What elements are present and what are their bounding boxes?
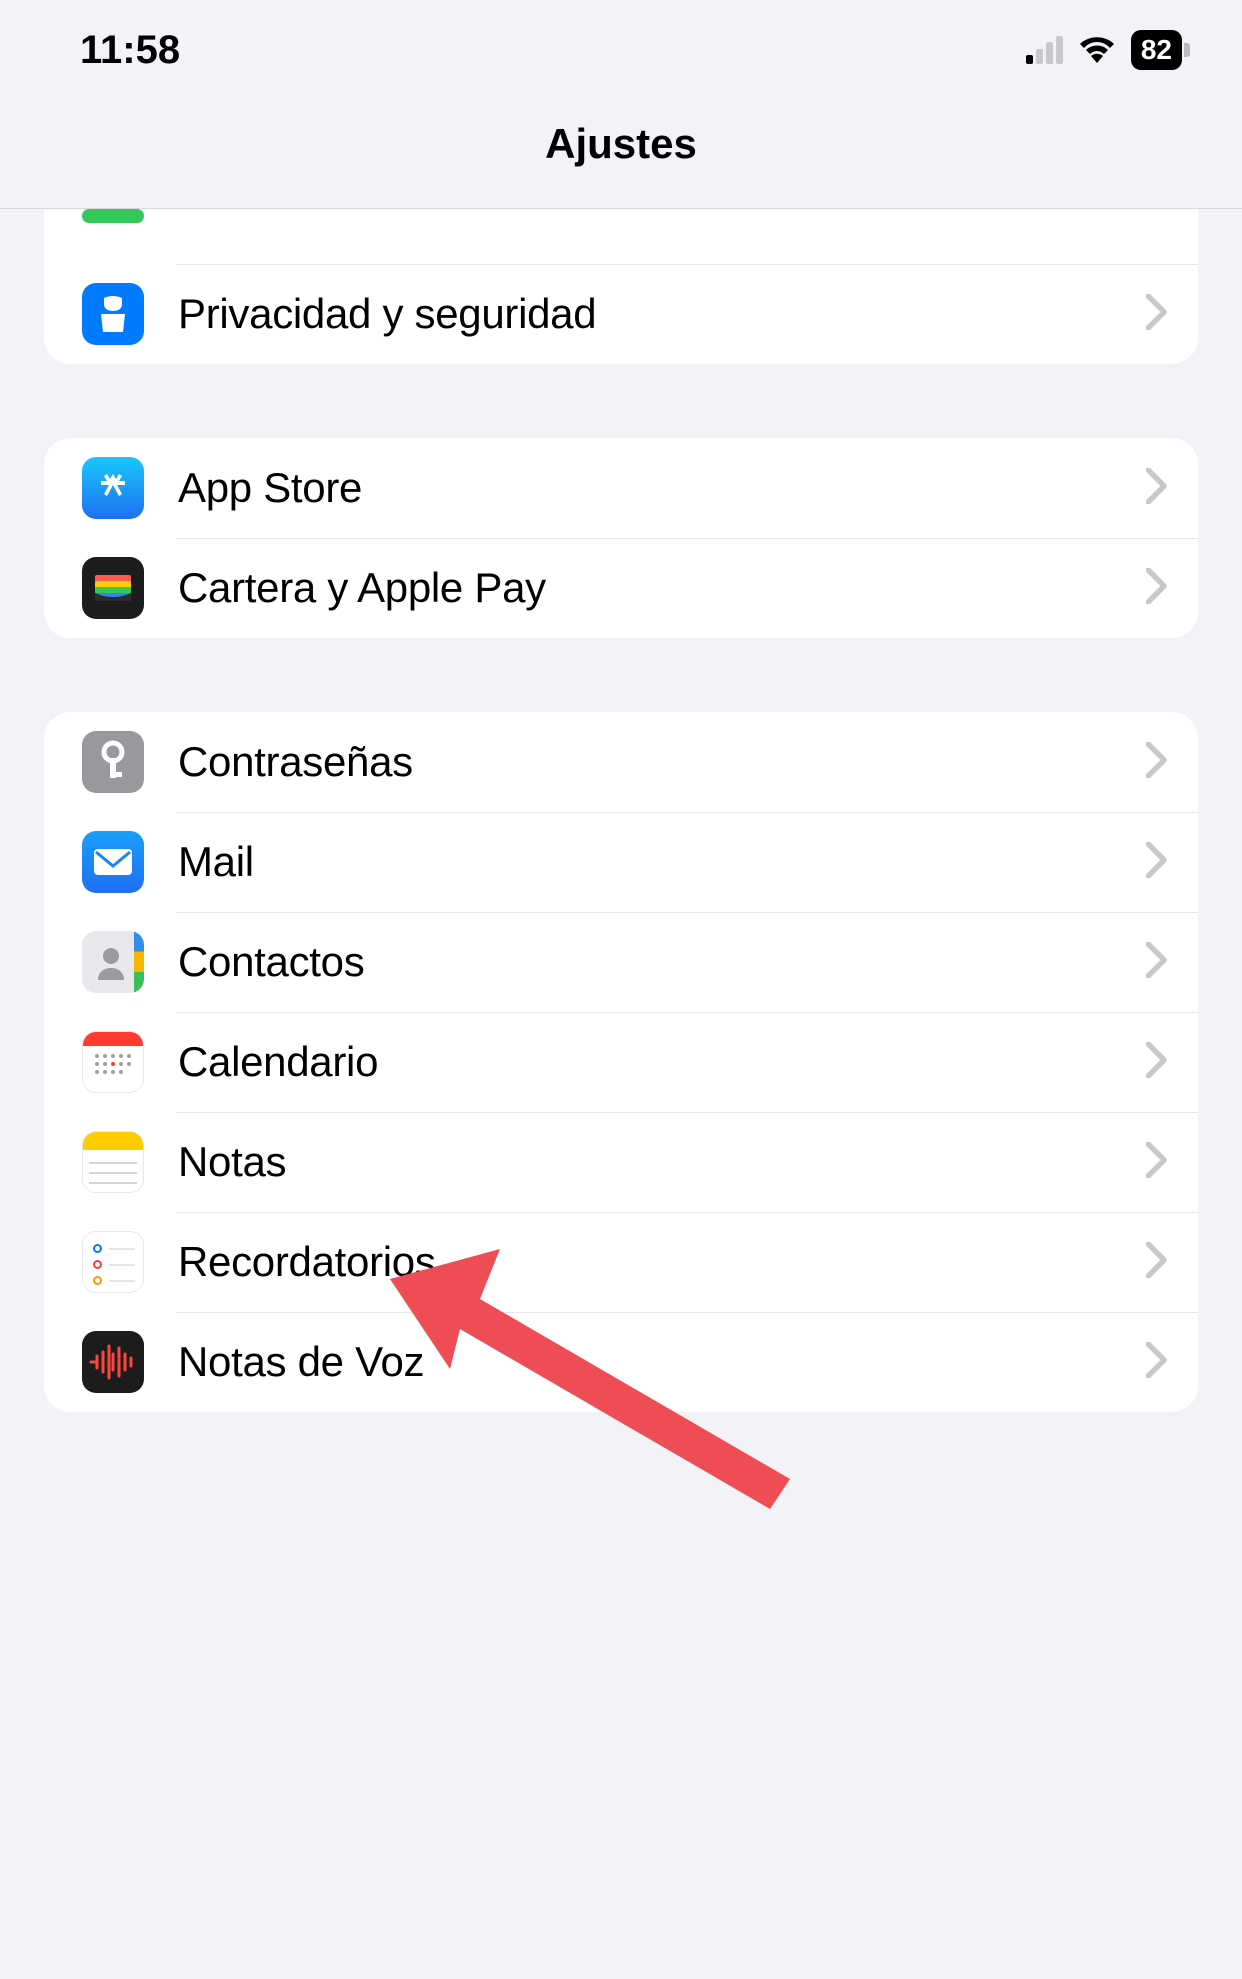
- settings-row-passwords[interactable]: Contraseñas: [44, 712, 1198, 812]
- settings-row-reminders[interactable]: Recordatorios: [44, 1212, 1198, 1312]
- chevron-right-icon: [1146, 294, 1168, 335]
- settings-group-2: App Store Cartera y Apple Pay: [44, 438, 1198, 638]
- battery-icon: [82, 209, 144, 223]
- wallet-icon: [82, 557, 144, 619]
- mail-icon: [82, 831, 144, 893]
- settings-row-voicememos[interactable]: Notas de Voz: [44, 1312, 1198, 1412]
- settings-row-appstore[interactable]: App Store: [44, 438, 1198, 538]
- appstore-icon: [82, 457, 144, 519]
- status-bar: 11:58 82: [0, 0, 1242, 90]
- chevron-right-icon: [1146, 1242, 1168, 1283]
- chevron-right-icon: [1146, 568, 1168, 609]
- settings-row-calendar[interactable]: Calendario: [44, 1012, 1198, 1112]
- passwords-icon: [82, 731, 144, 793]
- page-title: Ajustes: [0, 90, 1242, 209]
- status-time: 11:58: [80, 28, 180, 73]
- contacts-icon: [82, 931, 144, 993]
- voicememos-icon: [82, 1331, 144, 1393]
- settings-row-wallet[interactable]: Cartera y Apple Pay: [44, 538, 1198, 638]
- chevron-right-icon: [1146, 842, 1168, 883]
- reminders-icon: [82, 1231, 144, 1293]
- row-label: Contraseñas: [178, 738, 1146, 786]
- chevron-right-icon: [1146, 1142, 1168, 1183]
- row-label: Calendario: [178, 1038, 1146, 1086]
- notes-icon: [82, 1131, 144, 1193]
- row-label: App Store: [178, 464, 1146, 512]
- cellular-signal-icon: [1026, 36, 1063, 64]
- settings-row-contacts[interactable]: Contactos: [44, 912, 1198, 1012]
- row-label: Cartera y Apple Pay: [178, 564, 1146, 612]
- row-label: Notas de Voz: [178, 1338, 1146, 1386]
- calendar-icon: [82, 1031, 144, 1093]
- row-label: Contactos: [178, 938, 1146, 986]
- chevron-right-icon: [1146, 468, 1168, 509]
- chevron-right-icon: [1146, 942, 1168, 983]
- row-label: Privacidad y seguridad: [178, 290, 1146, 338]
- settings-group-1: Privacidad y seguridad: [44, 209, 1198, 364]
- settings-row-notes[interactable]: Notas: [44, 1112, 1198, 1212]
- chevron-right-icon: [1146, 742, 1168, 783]
- settings-row-battery[interactable]: [44, 209, 1198, 264]
- wifi-icon: [1077, 35, 1117, 65]
- status-right: 82: [1026, 30, 1182, 70]
- chevron-right-icon: [1146, 1042, 1168, 1083]
- row-label: Mail: [178, 838, 1146, 886]
- settings-row-privacy[interactable]: Privacidad y seguridad: [44, 264, 1198, 364]
- privacy-icon: [82, 283, 144, 345]
- row-label: Recordatorios: [178, 1238, 1146, 1286]
- chevron-right-icon: [1146, 1342, 1168, 1383]
- row-label: Notas: [178, 1138, 1146, 1186]
- settings-row-mail[interactable]: Mail: [44, 812, 1198, 912]
- battery-indicator: 82: [1131, 30, 1182, 70]
- settings-group-3: Contraseñas Mail Contactos Cal: [44, 712, 1198, 1412]
